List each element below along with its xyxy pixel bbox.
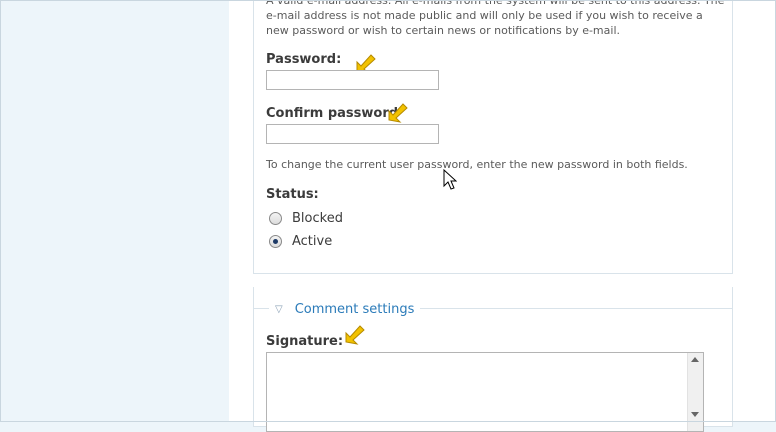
- arrow-pointer-icon: [345, 325, 365, 345]
- confirm-password-input[interactable]: [266, 124, 439, 144]
- confirm-password-label: Confirm password: [266, 106, 399, 121]
- comment-settings-link[interactable]: Comment settings: [295, 302, 415, 317]
- active-radio[interactable]: [269, 234, 282, 248]
- active-label: Active: [292, 233, 333, 249]
- comment-settings-legend[interactable]: ▽ Comment settings: [269, 300, 421, 318]
- signature-textarea[interactable]: [266, 352, 704, 432]
- signature-scrollbar[interactable]: [687, 353, 703, 431]
- status-label: Status:: [266, 187, 319, 202]
- scroll-up-icon[interactable]: [691, 357, 699, 362]
- blocked-radio[interactable]: [269, 211, 282, 225]
- main-content: A valid e-mail address. All e-mails from…: [229, 0, 775, 432]
- scroll-down-icon[interactable]: [691, 412, 699, 417]
- signature-label: Signature:: [266, 334, 344, 349]
- mouse-cursor-icon: [443, 169, 457, 190]
- status-option-active[interactable]: Active: [269, 232, 332, 250]
- password-label: Password:: [266, 52, 342, 67]
- arrow-pointer-icon: [388, 103, 408, 123]
- password-input[interactable]: [266, 70, 439, 90]
- triangle-down-icon[interactable]: ▽: [275, 304, 283, 315]
- password-help-text: To change the current user password, ent…: [266, 158, 688, 171]
- status-option-blocked[interactable]: Blocked: [269, 209, 343, 227]
- blocked-label: Blocked: [292, 210, 343, 226]
- email-description: A valid e-mail address. All e-mails from…: [266, 0, 725, 37]
